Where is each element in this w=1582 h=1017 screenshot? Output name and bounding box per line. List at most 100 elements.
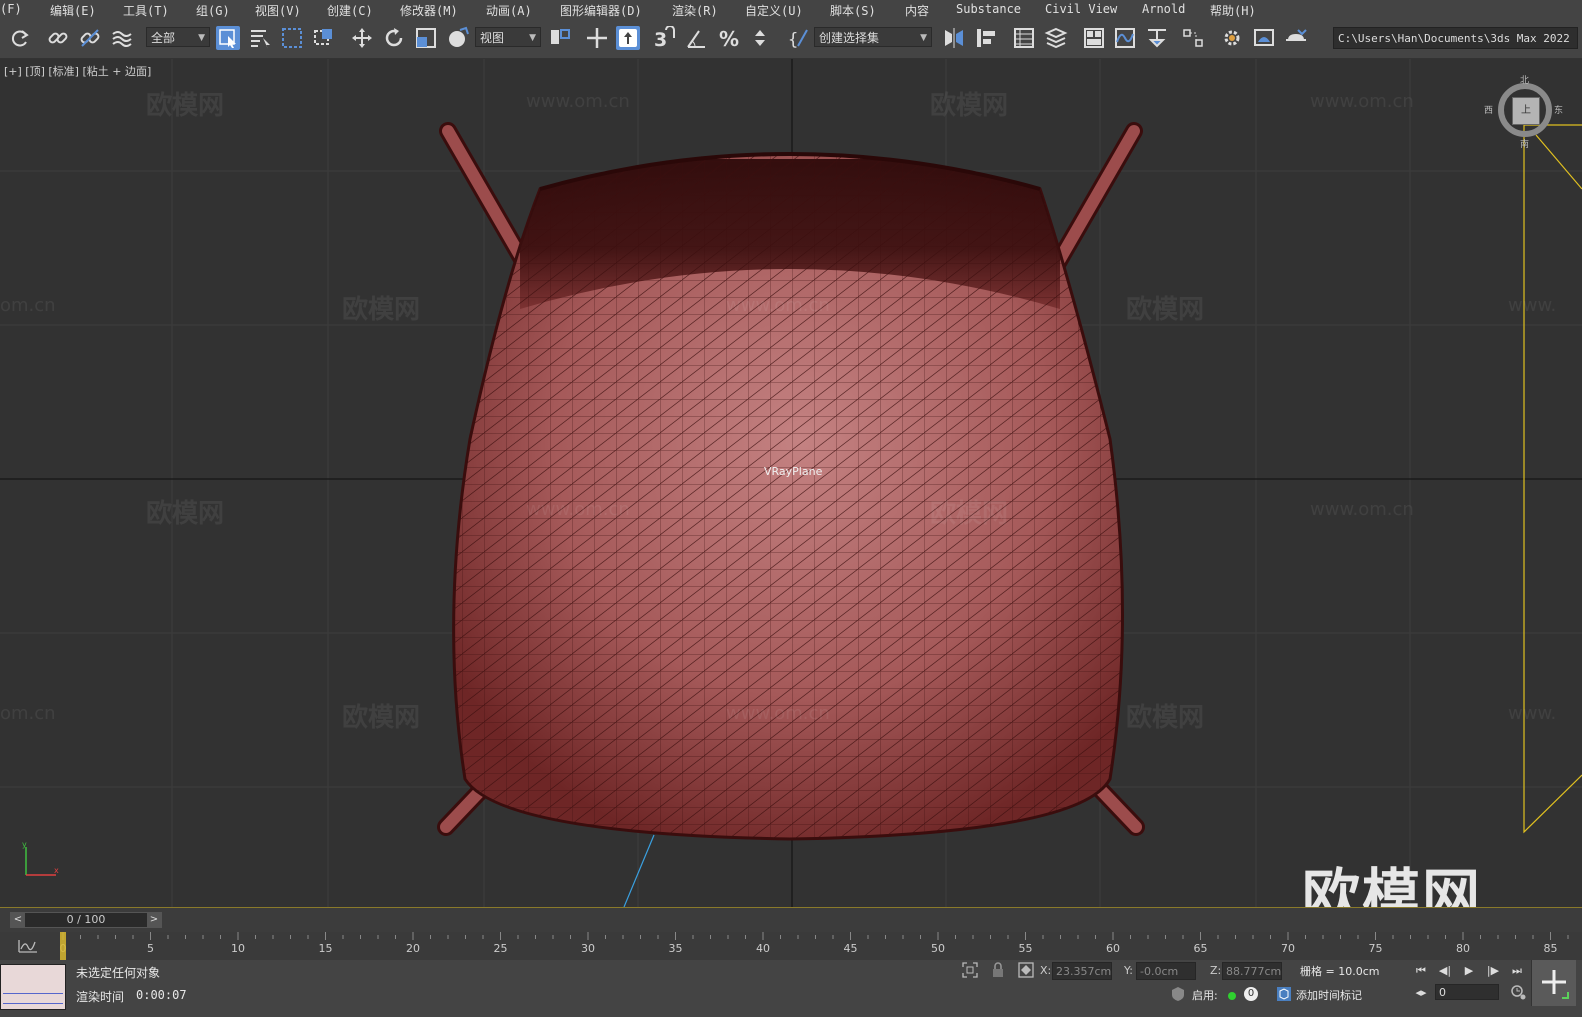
menu-animation[interactable]: 动画(A) bbox=[486, 2, 532, 19]
menu-graph-editors[interactable]: 图形编辑器(D) bbox=[560, 2, 642, 19]
ruler-label: 35 bbox=[669, 942, 683, 955]
reference-coordinate-dropdown[interactable]: 视图 ▼ bbox=[475, 27, 541, 47]
isolate-selection-icon[interactable] bbox=[962, 962, 978, 978]
enable-label: 启用: bbox=[1192, 989, 1218, 1002]
select-object-icon[interactable] bbox=[216, 26, 240, 50]
placement-icon[interactable] bbox=[446, 26, 470, 50]
add-time-tag-icon[interactable] bbox=[1276, 986, 1292, 1002]
grid-size: 栅格 = 10.0cm bbox=[1300, 965, 1380, 978]
selection-lock-icon[interactable] bbox=[990, 962, 1006, 978]
absolute-mode-icon[interactable] bbox=[1018, 962, 1034, 978]
named-selection-set-dropdown[interactable]: 创建选择集 ▼ bbox=[814, 27, 932, 47]
menu-scripting[interactable]: 脚本(S) bbox=[830, 2, 876, 19]
watermark-text: 欧模网 bbox=[146, 91, 225, 121]
watermark-url: www.om.cn bbox=[526, 499, 630, 520]
y-coord-field[interactable]: -0.0cm bbox=[1136, 962, 1196, 980]
menu-civil-view[interactable]: Civil View bbox=[1045, 2, 1117, 16]
keyboard-shortcut-override-icon[interactable] bbox=[616, 26, 640, 50]
scene-explorer-icon[interactable] bbox=[1012, 26, 1036, 50]
rendered-frame-window-icon[interactable] bbox=[1252, 26, 1276, 50]
track-bar[interactable]: 0510152025303540455055606570758085 bbox=[0, 932, 1582, 960]
bind-space-warp-icon[interactable] bbox=[110, 26, 134, 50]
schematic-view-icon[interactable] bbox=[1145, 26, 1169, 50]
trackbar-ruler[interactable]: 0510152025303540455055606570758085 bbox=[60, 932, 1580, 960]
mirror-icon[interactable] bbox=[942, 26, 966, 50]
menu-edit[interactable]: 编辑(E) bbox=[50, 2, 96, 19]
scale-icon[interactable] bbox=[414, 26, 438, 50]
menu-group[interactable]: 组(G) bbox=[196, 2, 230, 19]
time-config-icon[interactable] bbox=[1510, 984, 1526, 1000]
viewcube-face-top[interactable]: 上 bbox=[1512, 97, 1540, 125]
scene-canvas[interactable] bbox=[0, 59, 1582, 907]
chevron-down-icon: ▼ bbox=[920, 33, 927, 43]
redo-icon[interactable] bbox=[8, 26, 32, 50]
menu-help[interactable]: 帮助(H) bbox=[1210, 2, 1256, 19]
z-coord-field[interactable]: 88.777cm bbox=[1222, 962, 1282, 980]
viewcube[interactable]: 上 北 西 东 南 bbox=[1484, 76, 1564, 150]
menu-tools[interactable]: 工具(T) bbox=[123, 2, 169, 19]
go-to-start-icon[interactable]: ⏮ bbox=[1412, 962, 1430, 980]
menu-content[interactable]: 内容 bbox=[905, 2, 929, 19]
adaptive-degradation-icon[interactable] bbox=[1170, 986, 1186, 1002]
render-production-icon[interactable] bbox=[1284, 26, 1308, 50]
time-slider-track[interactable]: < 0 / 100 > bbox=[10, 912, 162, 928]
align-icon[interactable] bbox=[974, 26, 998, 50]
percent-snap-icon[interactable]: % bbox=[717, 26, 741, 51]
time-slider-next[interactable]: > bbox=[147, 913, 161, 927]
menu-file[interactable]: (F) bbox=[0, 2, 22, 16]
unlink-icon[interactable] bbox=[78, 26, 102, 50]
menu-modifiers[interactable]: 修改器(M) bbox=[400, 2, 458, 19]
x-coord-field[interactable]: 23.357cm bbox=[1052, 962, 1112, 980]
curve-editor-icon[interactable] bbox=[1113, 26, 1137, 50]
time-slider[interactable]: < 0 / 100 > bbox=[0, 908, 1582, 932]
toggle-ribbon-icon[interactable] bbox=[1082, 26, 1106, 50]
render-setup-icon[interactable] bbox=[1220, 26, 1244, 50]
snaps-toggle-icon[interactable]: 3 bbox=[652, 25, 676, 51]
light-guide-line bbox=[623, 834, 655, 907]
layer-explorer-icon[interactable] bbox=[1044, 26, 1068, 50]
angle-snap-icon[interactable] bbox=[685, 26, 709, 50]
pivot-center-icon[interactable] bbox=[548, 26, 572, 50]
menu-arnold[interactable]: Arnold bbox=[1142, 2, 1185, 16]
current-frame-marker[interactable] bbox=[60, 932, 66, 960]
go-to-end-icon[interactable]: ⏭ bbox=[1508, 962, 1526, 980]
time-slider-prev[interactable]: < bbox=[11, 913, 25, 927]
spinner-snap-icon[interactable] bbox=[749, 26, 773, 50]
ruler-label: 80 bbox=[1456, 942, 1470, 955]
material-editor-icon[interactable] bbox=[1182, 26, 1206, 50]
next-frame-icon[interactable]: |▶ bbox=[1484, 962, 1502, 980]
window-crossing-icon[interactable] bbox=[312, 26, 336, 50]
ruler-label: 60 bbox=[1106, 942, 1120, 955]
viewport-label[interactable]: [+] [顶] [标准] [粘土 + 边面] bbox=[4, 63, 151, 79]
select-manipulate-icon[interactable] bbox=[585, 26, 609, 50]
watermark-url: www.om.cn bbox=[726, 295, 830, 316]
watermark-url: om.cn bbox=[0, 295, 56, 316]
viewport-top[interactable]: [+] [顶] [标准] [粘土 + 边面] 欧模网 www.om.cn 欧模网… bbox=[0, 59, 1582, 908]
select-by-name-icon[interactable] bbox=[248, 26, 272, 50]
menu-substance[interactable]: Substance bbox=[956, 2, 1021, 16]
curve-editor-toggle-icon[interactable] bbox=[18, 938, 38, 954]
rectangular-selection-icon[interactable] bbox=[280, 26, 304, 50]
previous-frame-icon[interactable]: ◀| bbox=[1436, 962, 1454, 980]
chevron-down-icon: ▼ bbox=[198, 33, 205, 43]
menu-create[interactable]: 创建(C) bbox=[327, 2, 373, 19]
current-frame-field[interactable]: 0 bbox=[1435, 984, 1499, 1000]
edit-named-selection-icon[interactable]: { bbox=[787, 26, 811, 50]
plus-icon bbox=[1542, 970, 1569, 999]
project-path-field[interactable]: C:\Users\Han\Documents\3ds Max 2022 bbox=[1333, 27, 1578, 49]
menu-view[interactable]: 视图(V) bbox=[255, 2, 301, 19]
selection-filter-dropdown[interactable]: 全部 ▼ bbox=[146, 27, 210, 47]
svg-text:%: % bbox=[719, 27, 739, 50]
menu-rendering[interactable]: 渲染(R) bbox=[672, 2, 718, 19]
menu-customize[interactable]: 自定义(U) bbox=[745, 2, 803, 19]
move-icon[interactable] bbox=[350, 26, 374, 50]
add-time-tag-label[interactable]: 添加时间标记 bbox=[1296, 987, 1362, 1003]
rotate-icon[interactable] bbox=[382, 26, 406, 50]
link-icon[interactable] bbox=[46, 26, 70, 50]
play-icon[interactable]: ▶ bbox=[1460, 962, 1478, 980]
maxscript-listener[interactable] bbox=[0, 964, 66, 1010]
create-panel-button[interactable] bbox=[1531, 960, 1576, 1006]
chair-seat-mesh[interactable] bbox=[440, 119, 1140, 849]
watermark-url: www.om.cn bbox=[1310, 499, 1414, 520]
frame-step-icon[interactable]: ◂▸ bbox=[1412, 984, 1430, 1002]
